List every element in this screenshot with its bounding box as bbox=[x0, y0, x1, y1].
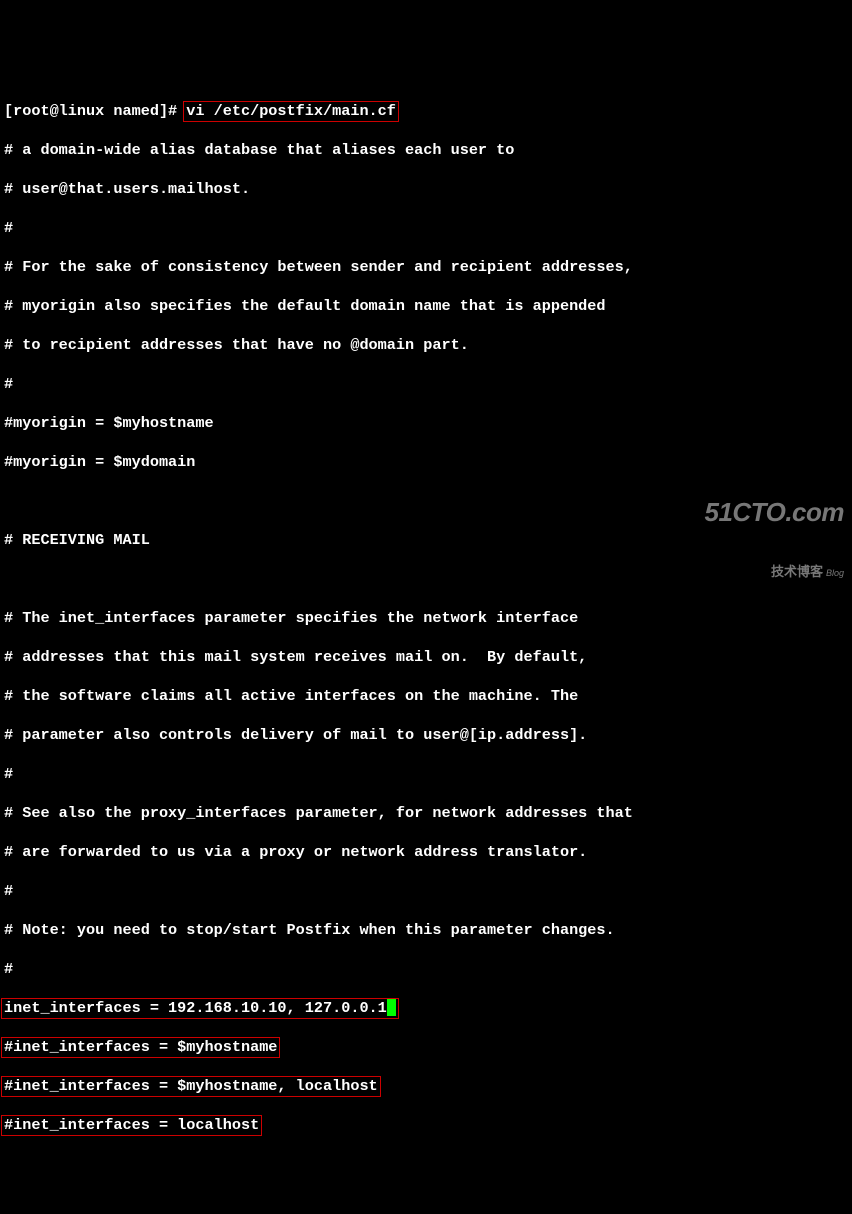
config-highlight: inet_interfaces = 192.168.10.10, 127.0.0… bbox=[1, 998, 399, 1020]
file-line: # bbox=[4, 765, 852, 785]
file-line: # bbox=[4, 960, 852, 980]
config-highlight: #inet_interfaces = $myhostname, localhos… bbox=[1, 1076, 381, 1098]
file-line: # are forwarded to us via a proxy or net… bbox=[4, 843, 852, 863]
file-line: # a domain-wide alias database that alia… bbox=[4, 141, 852, 161]
file-line: #myorigin = $myhostname bbox=[4, 414, 852, 434]
file-line bbox=[4, 492, 852, 512]
cursor-icon bbox=[387, 999, 396, 1016]
config-highlight: #inet_interfaces = $myhostname bbox=[1, 1037, 280, 1059]
terminal-output: [root@linux named]# vi /etc/postfix/main… bbox=[4, 82, 852, 1155]
file-line: # addresses that this mail system receiv… bbox=[4, 648, 852, 668]
file-line: # bbox=[4, 375, 852, 395]
shell-prompt: [root@linux named]# bbox=[4, 102, 186, 120]
file-line: # user@that.users.mailhost. bbox=[4, 180, 852, 200]
file-line bbox=[4, 570, 852, 590]
file-line: # to recipient addresses that have no @d… bbox=[4, 336, 852, 356]
file-line: # the software claims all active interfa… bbox=[4, 687, 852, 707]
file-line: #myorigin = $mydomain bbox=[4, 453, 852, 473]
file-line: # bbox=[4, 882, 852, 902]
file-line: #inet_interfaces = $myhostname bbox=[4, 1038, 852, 1058]
file-line: # Note: you need to stop/start Postfix w… bbox=[4, 921, 852, 941]
file-line: # RECEIVING MAIL bbox=[4, 531, 852, 551]
file-line: #inet_interfaces = localhost bbox=[4, 1116, 852, 1136]
command-highlight: vi /etc/postfix/main.cf bbox=[183, 101, 399, 123]
file-line: # The inet_interfaces parameter specifie… bbox=[4, 609, 852, 629]
cursor-line[interactable]: inet_interfaces = 192.168.10.10, 127.0.0… bbox=[4, 999, 852, 1019]
active-config: inet_interfaces = 192.168.10.10, 127.0.0… bbox=[4, 999, 387, 1017]
config-highlight: #inet_interfaces = localhost bbox=[1, 1115, 262, 1137]
file-line: # parameter also controls delivery of ma… bbox=[4, 726, 852, 746]
file-line: # For the sake of consistency between se… bbox=[4, 258, 852, 278]
file-line: # bbox=[4, 219, 852, 239]
prompt-line[interactable]: [root@linux named]# vi /etc/postfix/main… bbox=[4, 102, 852, 122]
file-line: # See also the proxy_interfaces paramete… bbox=[4, 804, 852, 824]
file-line: #inet_interfaces = $myhostname, localhos… bbox=[4, 1077, 852, 1097]
file-line: # myorigin also specifies the default do… bbox=[4, 297, 852, 317]
shell-command: vi /etc/postfix/main.cf bbox=[186, 102, 396, 120]
